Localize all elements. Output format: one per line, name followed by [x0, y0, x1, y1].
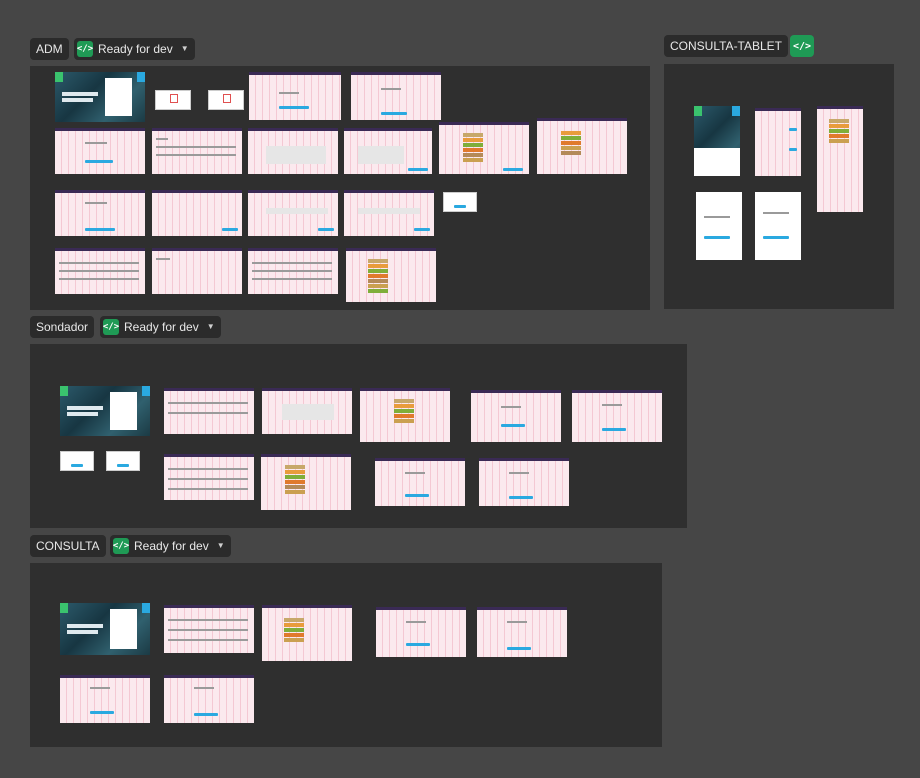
frame-screen[interactable]	[479, 458, 569, 506]
frame-modal[interactable]	[155, 90, 191, 110]
section-label-consulta-tablet[interactable]: CONSULTA-TABLET	[664, 35, 789, 57]
frame-stack[interactable]	[346, 248, 436, 302]
frame-login[interactable]	[55, 72, 145, 122]
status-label: Ready for dev	[98, 42, 173, 56]
frame-login[interactable]	[694, 106, 740, 176]
frame-stack[interactable]	[537, 118, 627, 174]
frame-screen[interactable]	[471, 390, 561, 442]
frame-stack[interactable]	[262, 605, 352, 661]
frame-screen[interactable]	[696, 192, 742, 260]
frame-screen[interactable]	[248, 248, 338, 294]
frame-screen[interactable]	[164, 454, 254, 500]
frame-screen[interactable]	[376, 607, 466, 657]
frame-screen[interactable]	[344, 190, 434, 236]
code-icon: </>	[77, 41, 93, 57]
frame-stack[interactable]	[360, 388, 450, 442]
chevron-down-icon: ▼	[206, 322, 215, 331]
section-label-adm[interactable]: ADM	[30, 38, 69, 60]
frame-screen[interactable]	[55, 190, 145, 236]
status-badge-sondador[interactable]: </> Ready for dev ▼	[100, 316, 221, 338]
frame-screen[interactable]	[248, 190, 338, 236]
code-icon[interactable]: </>	[790, 35, 814, 57]
frame-screen[interactable]	[572, 390, 662, 442]
frame-modal[interactable]	[443, 192, 477, 212]
chevron-down-icon: ▼	[180, 44, 189, 53]
frame-login[interactable]	[60, 603, 150, 655]
section-adm	[30, 66, 650, 310]
section-consulta-tablet	[664, 64, 894, 309]
frame-screen[interactable]	[55, 128, 145, 174]
frame-screen[interactable]	[164, 388, 254, 434]
section-label-sondador[interactable]: Sondador	[30, 316, 95, 338]
section-label-consulta[interactable]: CONSULTA	[30, 535, 106, 557]
status-label: Ready for dev	[124, 320, 199, 334]
frame-screen[interactable]	[152, 128, 242, 174]
frame-screen[interactable]	[249, 72, 341, 120]
status-badge-adm[interactable]: </> Ready for dev ▼	[74, 38, 195, 60]
chevron-down-icon: ▼	[216, 541, 225, 550]
frame-screen[interactable]	[164, 605, 254, 653]
frame-screen[interactable]	[262, 388, 352, 434]
frame-stack[interactable]	[261, 454, 351, 510]
frame-screen[interactable]	[755, 192, 801, 260]
status-badge-consulta[interactable]: </> Ready for dev ▼	[110, 535, 231, 557]
frame-screen[interactable]	[152, 190, 242, 236]
frame-screen[interactable]	[375, 458, 465, 506]
frame-modal[interactable]	[60, 451, 94, 471]
frame-stack[interactable]	[817, 106, 863, 212]
frame-screen[interactable]	[152, 248, 242, 294]
frame-screen[interactable]	[344, 128, 432, 174]
frame-modal[interactable]	[106, 451, 140, 471]
frame-stack[interactable]	[439, 122, 529, 174]
frame-screen[interactable]	[755, 108, 801, 176]
frame-screen[interactable]	[351, 72, 441, 120]
section-sondador	[30, 344, 687, 528]
frame-screen[interactable]	[248, 128, 338, 174]
frame-login[interactable]	[60, 386, 150, 436]
status-label: Ready for dev	[134, 539, 209, 553]
frame-screen[interactable]	[55, 248, 145, 294]
frame-screen[interactable]	[164, 675, 254, 723]
code-icon: </>	[113, 538, 129, 554]
code-icon: </>	[103, 319, 119, 335]
frame-screen[interactable]	[477, 607, 567, 657]
frame-screen[interactable]	[60, 675, 150, 723]
section-consulta	[30, 563, 662, 747]
frame-modal[interactable]	[208, 90, 244, 110]
